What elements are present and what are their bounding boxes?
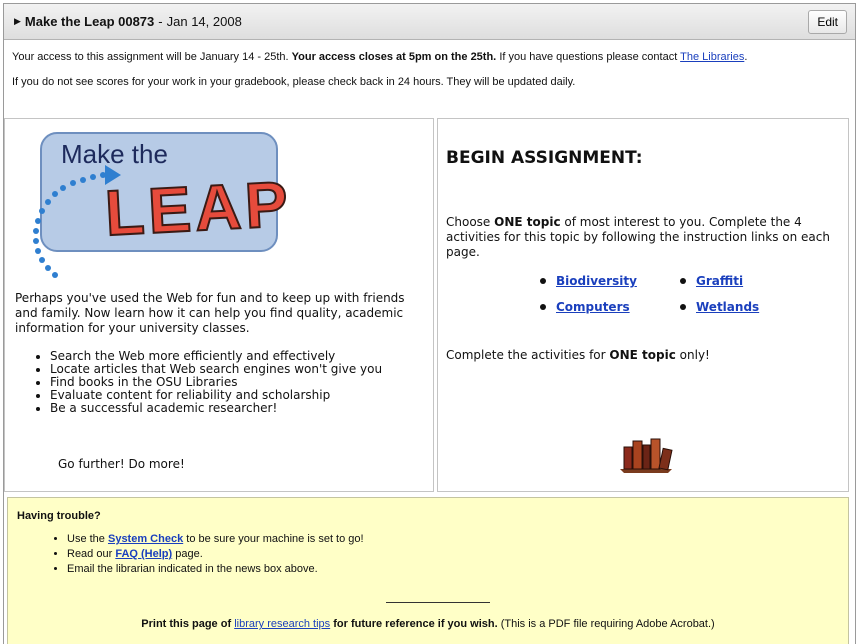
help-item-text: to be sure your machine is set to go! <box>186 533 364 545</box>
complete-post: only! <box>679 348 710 362</box>
choose-pre: Choose <box>446 215 491 229</box>
logo-line1: Make the <box>61 139 168 169</box>
begin-assignment-heading: BEGIN ASSIGNMENT: <box>446 148 643 168</box>
go-further-text: Go further! Do more! <box>58 457 185 471</box>
help-list: Use the System Check to be sure your mac… <box>51 532 364 577</box>
complete-note: Complete the activities for ONE topic on… <box>446 348 710 362</box>
date-separator: - <box>158 14 163 29</box>
intro-text: Perhaps you've used the Web for fun and … <box>15 291 405 335</box>
access-notice: Your access to this assignment will be J… <box>4 51 855 64</box>
books-icon <box>620 438 673 473</box>
assignment-date: Jan 14, 2008 <box>166 14 242 29</box>
system-check-link[interactable]: System Check <box>108 533 183 545</box>
logo-line2: LEAP <box>103 168 293 250</box>
libraries-link[interactable]: The Libraries <box>680 51 744 63</box>
library-research-tips-link[interactable]: library research tips <box>234 618 330 630</box>
access-notice-end: . <box>744 51 748 63</box>
content-grid: Make the LEAP Perhaps you've used the We… <box>4 118 849 492</box>
print-pre: Print this page of <box>141 618 232 630</box>
access-notice-text: Your access to this assignment will be J… <box>12 51 289 63</box>
bullet-icon <box>680 304 686 310</box>
intro-panel: Make the LEAP Perhaps you've used the We… <box>4 118 434 492</box>
gradebook-notice: If you do not see scores for your work i… <box>12 76 576 88</box>
benefit-item: Be a successful academic researcher! <box>50 402 450 415</box>
topic-link-wetlands[interactable]: Wetlands <box>696 300 759 314</box>
help-item-text: Read our <box>67 548 113 560</box>
help-heading: Having trouble? <box>17 510 101 522</box>
complete-bold: ONE topic <box>609 348 676 362</box>
collapse-triangle-icon[interactable]: ▶ <box>14 16 21 27</box>
edit-button[interactable]: Edit <box>808 9 847 34</box>
help-item-text: page. <box>175 548 203 560</box>
topic-link-graffiti[interactable]: Graffiti <box>696 274 743 288</box>
help-item-system-check: Use the System Check to be sure your mac… <box>67 532 364 547</box>
topic-link-computers[interactable]: Computers <box>556 300 630 314</box>
access-contact-text: If you have questions please contact <box>499 51 678 63</box>
faq-link[interactable]: FAQ (Help) <box>115 548 172 560</box>
help-item-text: Use the <box>67 533 105 545</box>
bullet-icon <box>540 304 546 310</box>
assignment-header: ▶ Make the Leap 00873 - Jan 14, 2008 Edi… <box>4 4 855 40</box>
help-box: Having trouble? Use the System Check to … <box>7 497 849 644</box>
complete-pre: Complete the activities for <box>446 348 606 362</box>
access-deadline: Your access closes at 5pm on the 25th. <box>291 51 497 63</box>
choose-bold: ONE topic <box>494 215 561 229</box>
instructions-text: Choose ONE topic of most interest to you… <box>446 215 836 260</box>
make-the-leap-logo: Make the LEAP <box>33 132 295 278</box>
topic-links: Biodiversity Graffiti Computers Wetlands <box>540 274 800 314</box>
assignment-panel: BEGIN ASSIGNMENT: Choose ONE topic of mo… <box>437 118 849 492</box>
print-tips-note: Print this page of library research tips… <box>8 618 848 630</box>
topic-link-biodiversity[interactable]: Biodiversity <box>556 274 637 288</box>
print-mid: for future reference if you wish. <box>333 618 498 630</box>
bullet-icon <box>540 278 546 284</box>
print-note: (This is a PDF file requiring Adobe Acro… <box>500 618 715 630</box>
help-item-faq: Read our FAQ (Help) page. <box>67 547 364 562</box>
assignment-title: Make the Leap 00873 <box>24 14 155 29</box>
help-item-email: Email the librarian indicated in the new… <box>67 562 364 577</box>
bullet-icon <box>680 278 686 284</box>
divider <box>386 602 490 603</box>
benefits-list: Search the Web more efficiently and effe… <box>25 350 450 415</box>
